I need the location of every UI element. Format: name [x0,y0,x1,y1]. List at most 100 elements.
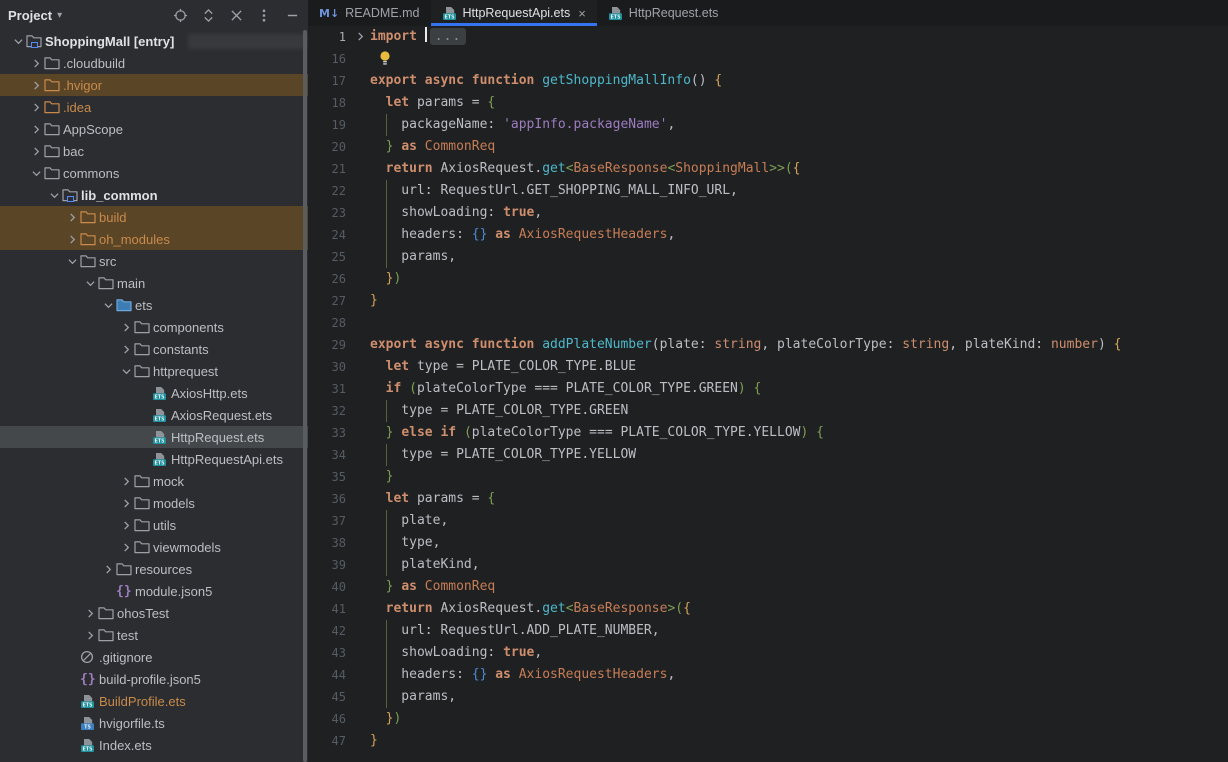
tree-item-appscope[interactable]: AppScope [0,118,308,140]
tree-item-utils[interactable]: utils [0,514,308,536]
tree-item-httprequest-ets[interactable]: ETSHttpRequest.ets [0,426,308,448]
tab-httprequestapi-ets[interactable]: ETSHttpRequestApi.ets× [431,0,597,26]
code-line-26[interactable]: 26 }) [308,268,1228,290]
code-line-content[interactable]: url: RequestUrl.ADD_PLATE_NUMBER, [370,620,1228,642]
code-line-content[interactable]: let params = { [370,92,1228,114]
code-line-34[interactable]: 34 type = PLATE_COLOR_TYPE.YELLOW [308,444,1228,466]
code-line-19[interactable]: 19 packageName: 'appInfo.packageName', [308,114,1228,136]
tree-item-gitignore[interactable]: .gitignore [0,646,308,668]
tree-item-components[interactable]: components [0,316,308,338]
code-line-33[interactable]: 33 } else if (plateColorType === PLATE_C… [308,422,1228,444]
tree-item-ets[interactable]: ets [0,294,308,316]
code-line-content[interactable]: } [370,290,1228,312]
code-line-content[interactable]: showLoading: true, [370,642,1228,664]
code-line-content[interactable]: return AxiosRequest.get<BaseResponse<Sho… [370,158,1228,180]
chevron-collapsed-icon[interactable] [118,543,134,552]
code-line-31[interactable]: 31 if (plateColorType === PLATE_COLOR_TY… [308,378,1228,400]
code-line-content[interactable]: } as CommonReq [370,576,1228,598]
chevron-collapsed-icon[interactable] [28,125,44,134]
code-line-content[interactable]: import ... [370,26,1228,48]
code-line-22[interactable]: 22 url: RequestUrl.GET_SHOPPING_MALL_INF… [308,180,1228,202]
code-line-24[interactable]: 24 headers: {} as AxiosRequestHeaders, [308,224,1228,246]
more-icon[interactable] [256,7,272,23]
code-line-content[interactable]: plate, [370,510,1228,532]
tree-item-constants[interactable]: constants [0,338,308,360]
tree-item-bac[interactable]: bac [0,140,308,162]
code-line-45[interactable]: 45 params, [308,686,1228,708]
tree-item-models[interactable]: models [0,492,308,514]
code-line-content[interactable]: let params = { [370,488,1228,510]
chevron-expanded-icon[interactable] [82,279,98,288]
chevron-collapsed-icon[interactable] [28,147,44,156]
code-line-1[interactable]: 1import ... [308,26,1228,48]
code-line-content[interactable]: } [370,466,1228,488]
chevron-collapsed-icon[interactable] [82,609,98,618]
code-line-18[interactable]: 18 let params = { [308,92,1228,114]
code-line-content[interactable]: if (plateColorType === PLATE_COLOR_TYPE.… [370,378,1228,400]
code-line-41[interactable]: 41 return AxiosRequest.get<BaseResponse>… [308,598,1228,620]
code-line-content[interactable]: type = PLATE_COLOR_TYPE.YELLOW [370,444,1228,466]
code-line-content[interactable]: } as CommonReq [370,136,1228,158]
code-line-39[interactable]: 39 plateKind, [308,554,1228,576]
tree-item-commons[interactable]: commons [0,162,308,184]
code-line-17[interactable]: 17export async function getShoppingMallI… [308,70,1228,92]
code-line-29[interactable]: 29export async function addPlateNumber(p… [308,334,1228,356]
tree-item-oh-modules[interactable]: oh_modules [0,228,308,250]
code-line-20[interactable]: 20 } as CommonReq [308,136,1228,158]
code-line-content[interactable]: export async function getShoppingMallInf… [370,70,1228,92]
tree-item-module-json5[interactable]: {}module.json5 [0,580,308,602]
folded-code-placeholder[interactable]: ... [430,28,466,45]
code-line-content[interactable]: params, [370,686,1228,708]
code-line-32[interactable]: 32 type = PLATE_COLOR_TYPE.GREEN [308,400,1228,422]
code-line-38[interactable]: 38 type, [308,532,1228,554]
code-line-content[interactable]: } else if (plateColorType === PLATE_COLO… [370,422,1228,444]
project-tree-scrollbar[interactable] [303,30,307,762]
chevron-collapsed-icon[interactable] [28,59,44,68]
tree-item-hvigor[interactable]: .hvigor [0,74,308,96]
tree-item-ohostest[interactable]: ohosTest [0,602,308,624]
code-line-content[interactable]: plateKind, [370,554,1228,576]
code-line-46[interactable]: 46 }) [308,708,1228,730]
tree-item-index-ets[interactable]: ETSIndex.ets [0,734,308,756]
tree-item-axiosrequest-ets[interactable]: ETSAxiosRequest.ets [0,404,308,426]
code-line-28[interactable]: 28 [308,312,1228,334]
tree-item-buildprofile-ets[interactable]: ETSBuildProfile.ets [0,690,308,712]
chevron-expanded-icon[interactable] [10,37,26,46]
code-line-content[interactable] [370,48,1228,70]
tree-item-build[interactable]: build [0,206,308,228]
code-line-content[interactable]: type, [370,532,1228,554]
expand-icon[interactable] [200,7,216,23]
tree-item-axioshttp-ets[interactable]: ETSAxiosHttp.ets [0,382,308,404]
code-line-content[interactable]: }) [370,268,1228,290]
collapse-icon[interactable] [228,7,244,23]
code-line-content[interactable]: headers: {} as AxiosRequestHeaders, [370,224,1228,246]
code-line-47[interactable]: 47} [308,730,1228,752]
hide-icon[interactable] [284,7,300,23]
chevron-expanded-icon[interactable] [100,301,116,310]
code-line-content[interactable]: url: RequestUrl.GET_SHOPPING_MALL_INFO_U… [370,180,1228,202]
chevron-expanded-icon[interactable] [118,367,134,376]
code-line-content[interactable]: let type = PLATE_COLOR_TYPE.BLUE [370,356,1228,378]
code-line-content[interactable]: showLoading: true, [370,202,1228,224]
close-tab-icon[interactable]: × [578,7,586,20]
code-line-content[interactable]: } [370,730,1228,752]
tree-item-viewmodels[interactable]: viewmodels [0,536,308,558]
tree-item-cloudbuild[interactable]: .cloudbuild [0,52,308,74]
code-line-36[interactable]: 36 let params = { [308,488,1228,510]
tree-item-lib-common[interactable]: lib_common [0,184,308,206]
chevron-collapsed-icon[interactable] [118,499,134,508]
code-line-40[interactable]: 40 } as CommonReq [308,576,1228,598]
code-line-37[interactable]: 37 plate, [308,510,1228,532]
tree-item-httprequestapi-ets[interactable]: ETSHttpRequestApi.ets [0,448,308,470]
chevron-expanded-icon[interactable] [46,191,62,200]
tree-item-main[interactable]: main [0,272,308,294]
code-area[interactable]: 1import ...1617export async function get… [308,26,1228,752]
code-line-content[interactable]: params, [370,246,1228,268]
tab-httprequest-ets[interactable]: ETSHttpRequest.ets [597,0,730,26]
tree-item-shoppingmall-entry[interactable]: ShoppingMall [entry] [0,30,308,52]
chevron-collapsed-icon[interactable] [82,631,98,640]
code-line-27[interactable]: 27} [308,290,1228,312]
code-line-content[interactable]: return AxiosRequest.get<BaseResponse>({ [370,598,1228,620]
tab-readme-md[interactable]: M↓README.md [308,0,431,26]
chevron-expanded-icon[interactable] [28,169,44,178]
